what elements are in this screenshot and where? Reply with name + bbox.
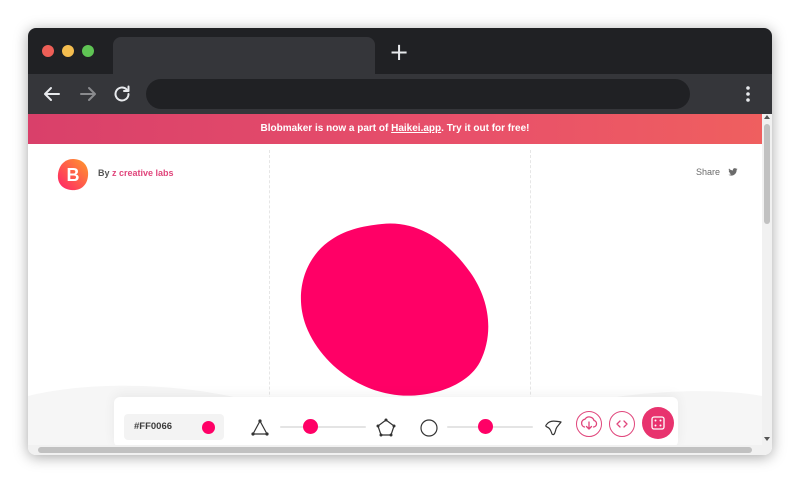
new-tab-plus-icon[interactable]: + [388,40,410,64]
banner-text-after: . Try it out for free! [441,123,530,134]
address-bar[interactable] [146,79,690,109]
twitter-icon[interactable] [728,167,738,177]
back-arrow-icon[interactable] [40,82,64,106]
browser-window: + Blobmaker is now a part of Haikei.app.… [28,28,772,455]
vertical-scrollbar[interactable] [762,114,772,455]
brand-credit: By z creative labs [98,168,174,178]
announcement-banner: Blobmaker is now a part of Haikei.app. T… [28,114,762,144]
horizontal-scrollbar[interactable] [28,445,762,455]
pentagon-icon [376,418,396,437]
triangle-icon [251,419,269,436]
scroll-down-arrow-icon[interactable] [764,437,770,441]
logo-letter: B [67,165,80,185]
complexity-slider[interactable] [280,419,366,434]
blob-shape-icon [545,420,562,436]
browser-tab[interactable] [113,37,375,74]
minimize-window-button[interactable] [62,45,74,57]
color-swatch[interactable] [202,421,215,434]
code-icon [616,420,628,428]
complexity-slider-thumb[interactable] [302,419,318,434]
blobmaker-logo[interactable]: B [56,158,90,192]
randomness-slider[interactable] [447,419,533,434]
reload-icon[interactable] [110,82,134,106]
color-hex-value[interactable]: #FF0066 [134,421,172,432]
horizontal-scroll-thumb[interactable] [38,447,752,453]
banner-text-before: Blobmaker is now a part of [260,123,392,134]
controls-panel: #FF0066 [114,397,678,447]
generated-blob [300,223,489,396]
maximize-window-button[interactable] [82,45,94,57]
by-label: By [98,168,113,178]
download-button[interactable] [576,411,602,437]
tab-bar: + [28,28,772,74]
page-content: Blobmaker is now a part of Haikei.app. T… [28,114,772,455]
download-icon [580,416,598,430]
close-window-button[interactable] [42,45,54,57]
share-label[interactable]: Share [696,167,720,177]
scroll-up-arrow-icon[interactable] [764,115,770,119]
vertical-scroll-thumb[interactable] [764,124,770,224]
forward-arrow-icon[interactable] [76,82,100,106]
vertical-dots-icon[interactable] [740,84,756,104]
haikei-link[interactable]: Haikei.app [391,123,441,134]
code-button[interactable] [609,411,635,437]
randomness-slider-thumb[interactable] [478,419,494,434]
randomize-button[interactable] [642,407,674,439]
browser-toolbar [28,74,772,114]
z-creative-labs-link[interactable]: z creative labs [112,168,174,178]
circle-icon [420,419,438,437]
color-picker[interactable]: #FF0066 [124,414,224,440]
dice-icon [651,416,665,430]
